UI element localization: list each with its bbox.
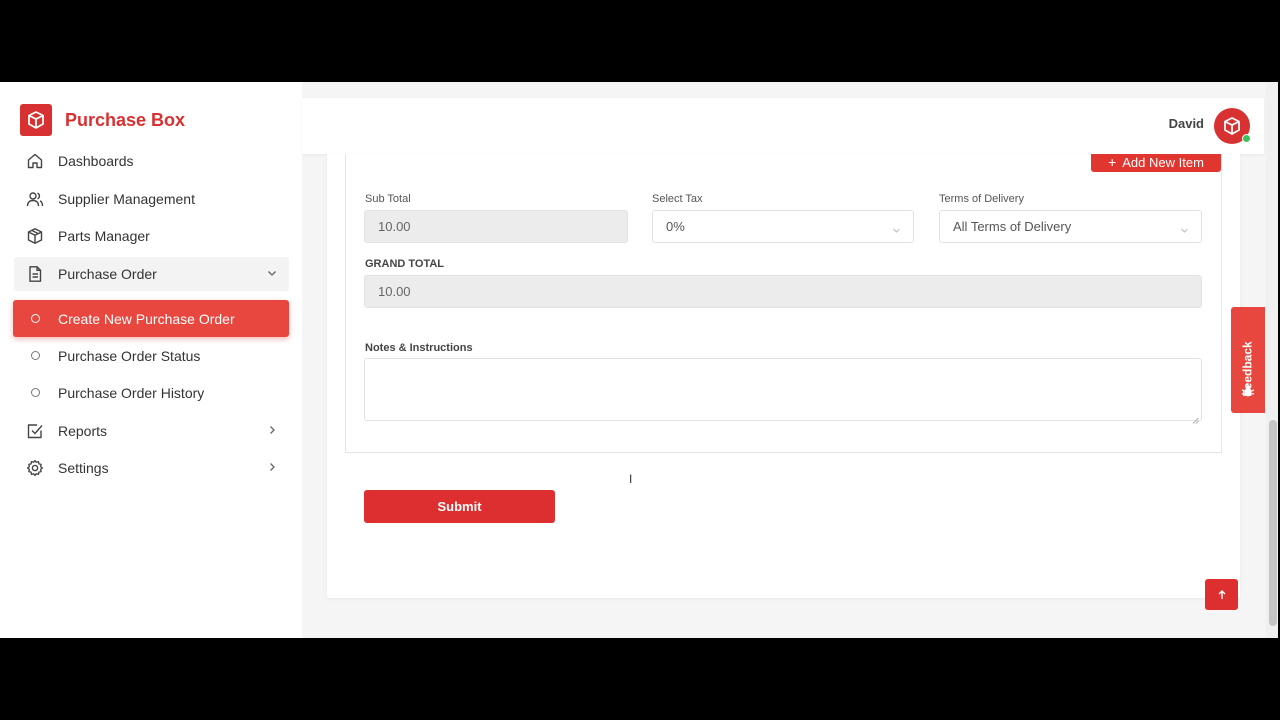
chevron-down-icon [1180,223,1189,238]
checkbox-icon [25,421,45,441]
brand-name: Purchase Box [65,109,186,130]
gear-icon [25,458,45,478]
submit-button[interactable]: Submit [364,490,555,523]
sidebar-subitem-purchase-order-history[interactable]: Purchase Order History [13,374,289,411]
sidebar-subitem-create-new-purchase-order[interactable]: Create New Purchase Order [13,300,289,337]
select-tax-value: 0% [666,219,685,234]
feedback-tab[interactable]: Feedback [1231,307,1265,413]
add-new-item-button[interactable]: + Add New Item [1091,154,1221,172]
notes-label: Notes & Instructions [365,342,473,354]
box-logo-icon [1224,117,1240,135]
sidebar-item-parts-manager[interactable]: Parts Manager [14,219,289,253]
scrollbar-thumb[interactable] [1269,420,1277,626]
sidebar: Purchase Box Dashboards Supplier Managem… [0,82,302,638]
sidebar-item-label: Supplier Management [58,191,195,207]
user-name[interactable]: David [1169,116,1204,131]
terms-of-delivery-dropdown[interactable]: All Terms of Delivery [939,210,1202,243]
chevron-right-icon [265,423,279,437]
select-tax-dropdown[interactable]: 0% [652,210,914,243]
app-viewport: Purchase Box Dashboards Supplier Managem… [0,82,1280,638]
terms-of-delivery-value: All Terms of Delivery [953,219,1072,234]
online-status-dot [1242,134,1251,143]
scroll-to-top-button[interactable] [1205,579,1238,610]
circle-bullet-icon [31,351,40,360]
chevron-down-icon [892,223,901,238]
sidebar-item-label: Parts Manager [58,228,150,244]
text-cursor-icon: I [629,472,633,486]
subtotal-field[interactable]: 10.00 [364,210,628,243]
chevron-down-icon [265,266,279,280]
sidebar-item-settings[interactable]: Settings [14,451,289,485]
grand-total-value: 10.00 [378,284,411,299]
box-logo-icon [20,104,52,136]
terms-of-delivery-label: Terms of Delivery [939,193,1024,205]
grand-total-label: GRAND TOTAL [365,258,445,270]
sidebar-item-label: Reports [58,423,108,439]
subtotal-label: Sub Total [365,193,411,205]
select-tax-label: Select Tax [652,193,703,205]
sidebar-item-label: Purchase Order [58,266,157,282]
arrow-up-icon [1218,589,1225,599]
sidebar-subitem-label: Purchase Order History [58,384,205,401]
sidebar-subitem-label: Create New Purchase Order [58,310,235,327]
notes-textarea[interactable] [364,358,1202,424]
brand[interactable]: Purchase Box [20,104,185,136]
avatar[interactable] [1214,108,1251,144]
sidebar-subitem-purchase-order-status[interactable]: Purchase Order Status [13,337,289,374]
sidebar-item-reports[interactable]: Reports [14,414,289,448]
submit-label: Submit [437,499,482,514]
bug-icon [1241,384,1255,403]
document-icon [25,264,45,284]
sidebar-item-purchase-order[interactable]: Purchase Order [14,257,289,291]
grand-total-field[interactable]: 10.00 [364,275,1202,308]
circle-bullet-icon [31,388,40,397]
sidebar-item-label: Settings [58,460,109,476]
plus-icon: + [1108,154,1117,170]
sidebar-subitem-label: Purchase Order Status [58,347,201,364]
sidebar-item-supplier-management[interactable]: Supplier Management [14,182,289,216]
chevron-right-icon [265,460,279,474]
subtotal-value: 10.00 [378,219,411,234]
add-new-item-label: Add New Item [1122,155,1204,170]
sidebar-item-label: Dashboards [58,153,134,169]
circle-bullet-icon [31,314,40,323]
home-icon [25,151,45,171]
sidebar-item-dashboards[interactable]: Dashboards [14,144,289,178]
resize-handle-icon[interactable] [1192,411,1199,424]
users-icon [25,189,45,209]
box-icon [25,226,45,246]
top-header: David [302,98,1264,154]
